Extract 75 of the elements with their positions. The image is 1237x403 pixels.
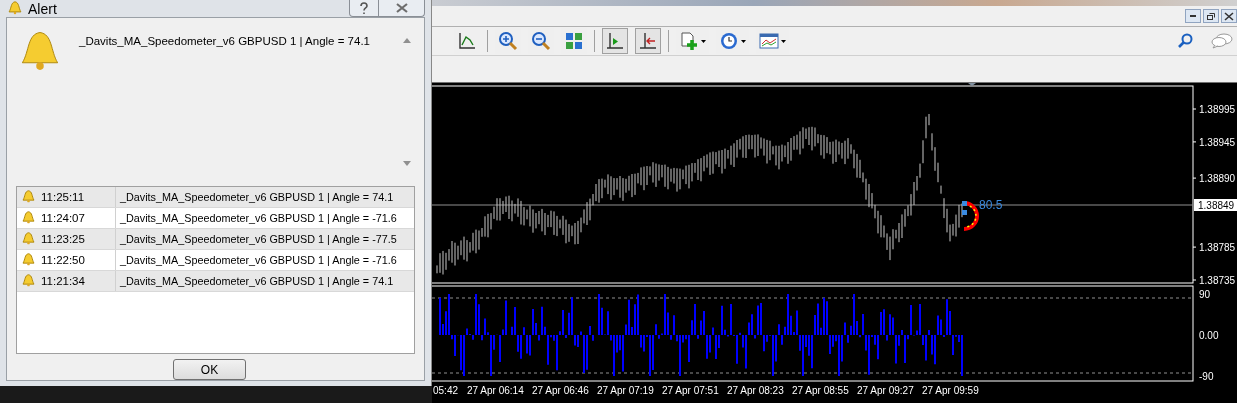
alert-text: _Davits_MA_Speedometer_v6 GBPUSD 1 | Angle = -71.6 — [119, 211, 397, 226]
price-tick-label: 1.38945 — [1199, 136, 1236, 148]
periods-icon — [719, 31, 739, 51]
line-chart-icon — [457, 31, 477, 51]
chart-shift-button[interactable] — [602, 28, 628, 54]
time-tick-label: 27 Apr 06:14 — [467, 385, 524, 396]
price-tick-label: 1.38735 — [1199, 275, 1236, 286]
alert-time: 11:25:11 — [41, 191, 85, 203]
time-tick-label: 27 Apr 08:23 — [727, 385, 784, 396]
time-tick-label: 05:42 — [433, 385, 459, 396]
alert-text: _Davits_MA_Speedometer_v6 GBPUSD 1 | Angle = -77.5 — [119, 232, 397, 247]
time-tick-label: 27 Apr 07:19 — [597, 385, 654, 396]
auto-scroll-icon — [638, 31, 658, 51]
alert-time: 11:21:34 — [41, 275, 85, 287]
time-tick-label: 27 Apr 09:59 — [922, 385, 979, 396]
alert-text: _Davits_MA_Speedometer_v6 GBPUSD 1 | Angle = 74.1 — [119, 274, 394, 289]
templates-icon — [759, 31, 779, 51]
alert-text: _Davits_MA_Speedometer_v6 GBPUSD 1 | Angle = -71.6 — [119, 253, 397, 268]
time-tick-label: 27 Apr 06:46 — [532, 385, 589, 396]
chat-icon[interactable] — [1211, 33, 1233, 49]
help-icon — [359, 1, 369, 15]
scroll-down-icon[interactable] — [403, 161, 411, 166]
indicator-tick-label: 90 — [1199, 289, 1211, 300]
tile-windows-icon — [564, 31, 584, 51]
restore-icon — [1206, 11, 1216, 21]
caret-icon — [701, 39, 706, 43]
auto-scroll-button[interactable] — [635, 28, 661, 54]
bell-icon — [22, 189, 35, 205]
scrollbar[interactable] — [400, 38, 414, 166]
alert-row[interactable]: 11:22:50 _Davits_MA_Speedometer_v6 GBPUSD 1 | Angle = -71.6 — [17, 250, 414, 271]
time-tick-label: 27 Apr 09:27 — [857, 385, 914, 396]
price-tick-label: 1.38890 — [1199, 173, 1236, 185]
bell-icon — [22, 273, 35, 289]
alert-row[interactable]: 11:24:07 _Davits_MA_Speedometer_v6 GBPUSD 1 | Angle = -71.6 — [17, 208, 414, 229]
caret-icon — [741, 39, 746, 43]
alert-message: _Davits_MA_Speedometer_v6 GBPUSD 1 | Angle = 74.1 — [79, 35, 371, 49]
restore-button[interactable] — [1203, 9, 1219, 23]
dialog-title: Alert — [28, 0, 57, 17]
close-icon — [395, 3, 408, 13]
zoom-in-icon — [498, 31, 518, 51]
search-icon[interactable] — [1177, 33, 1193, 49]
alert-text: _Davits_MA_Speedometer_v6 GBPUSD 1 | Angle = 74.1 — [119, 190, 394, 205]
indicator-tick-label: -90 — [1199, 371, 1214, 382]
time-tick-label: 27 Apr 08:55 — [792, 385, 849, 396]
close-icon — [1224, 11, 1234, 21]
chart-shift-icon — [605, 31, 625, 51]
bell-icon — [22, 252, 35, 268]
alert-time: 11:22:50 — [41, 254, 85, 266]
help-button[interactable] — [349, 0, 379, 17]
minimize-icon — [1190, 15, 1196, 17]
scroll-up-icon[interactable] — [403, 38, 411, 43]
indicator-tick-label: 0.00 — [1199, 330, 1219, 341]
zoom-out-icon — [531, 31, 551, 51]
speedometer-icon — [962, 201, 979, 231]
minimize-button[interactable] — [1185, 9, 1201, 23]
alert-time: 11:24:07 — [41, 212, 85, 224]
bell-icon — [22, 231, 35, 247]
bell-icon — [19, 30, 61, 72]
time-tick-label: 27 Apr 07:51 — [662, 385, 719, 396]
alert-time: 11:23:25 — [41, 233, 85, 245]
alert-row[interactable]: 11:21:34 _Davits_MA_Speedometer_v6 GBPUSD 1 | Angle = 74.1 — [17, 271, 414, 292]
bell-icon — [22, 210, 35, 226]
close-button[interactable] — [379, 0, 425, 17]
current-price-label: 1.38849 — [1194, 199, 1237, 211]
price-tick-label: 1.38785 — [1199, 242, 1236, 254]
speedometer-reading: 80.5 — [979, 198, 1003, 212]
close-button[interactable] — [1221, 9, 1237, 23]
new-chart-icon — [679, 31, 699, 51]
caret-icon — [781, 39, 786, 43]
ok-button[interactable]: OK — [173, 359, 246, 380]
price-tick-label: 1.38995 — [1199, 104, 1236, 115]
alert-row[interactable]: 11:25:11 _Davits_MA_Speedometer_v6 GBPUSD 1 | Angle = 74.1 — [17, 187, 414, 208]
alert-row[interactable]: 11:23:25 _Davits_MA_Speedometer_v6 GBPUSD 1 | Angle = -77.5 — [17, 229, 414, 250]
bell-icon — [8, 0, 22, 17]
shift-marker-icon — [968, 83, 976, 86]
